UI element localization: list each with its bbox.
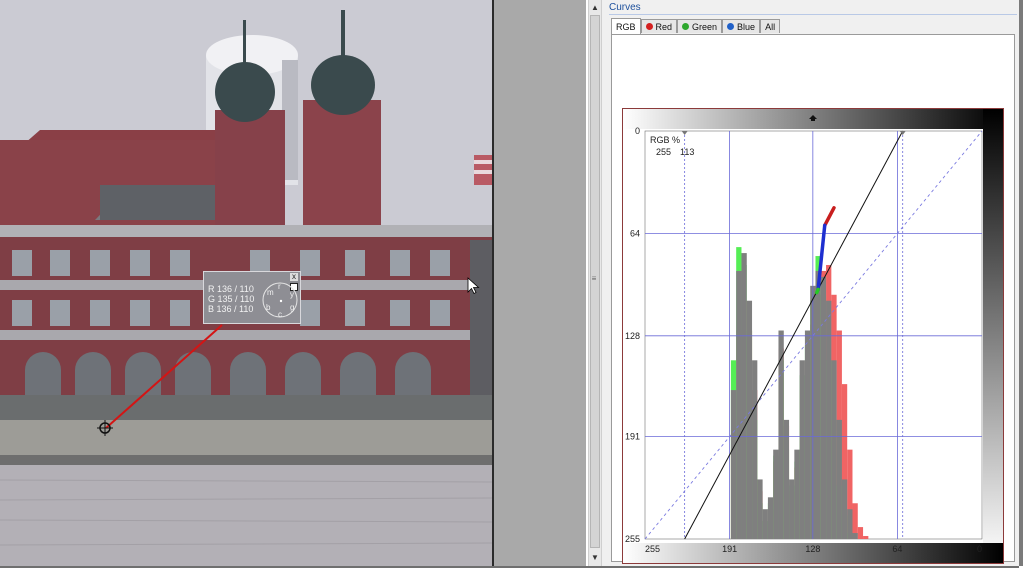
- y-tick-label: 0: [635, 126, 640, 136]
- readout-green-value: G 135 / 110: [208, 294, 255, 304]
- histogram-bar-gray: [746, 300, 753, 539]
- info-output-value: 113: [680, 147, 694, 157]
- tab-label: RGB: [616, 21, 636, 32]
- x-tick-label: 191: [722, 544, 737, 554]
- wheel-letter-b: b: [266, 303, 271, 312]
- histogram-bar-gray: [773, 449, 779, 539]
- histogram-bar-gray: [752, 360, 758, 539]
- green-channel-icon: [682, 23, 690, 30]
- panel-title: Curves: [609, 2, 641, 13]
- wheel-letter-m: m: [267, 288, 274, 297]
- histogram-bar-gray: [841, 479, 848, 539]
- histogram-bar-gray: [799, 360, 805, 539]
- workspace-background: [494, 0, 586, 568]
- window-edge: [1019, 0, 1023, 568]
- histogram-bar-red: [863, 536, 869, 539]
- red-channel-icon: [645, 23, 653, 30]
- scroll-up-arrow-icon[interactable]: ▲: [589, 2, 601, 14]
- histogram-bar-gray: [757, 479, 763, 539]
- vertical-scrollbar[interactable]: ▲ ≡ ▼: [588, 0, 602, 566]
- histogram-bar-gray: [847, 509, 853, 539]
- tab-rgb[interactable]: RGB: [611, 18, 641, 34]
- x-tick-label: 255: [645, 544, 660, 554]
- y-tick-label: 128: [625, 331, 640, 341]
- histogram-bar-gray: [831, 360, 837, 539]
- tab-blue[interactable]: Blue: [722, 19, 761, 33]
- blue-channel-icon: [727, 23, 735, 30]
- channel-tabs: RGB Red Green Blue All: [611, 18, 781, 34]
- histogram-bar-gray: [741, 253, 747, 539]
- tab-label: All: [765, 21, 776, 32]
- x-tick-label: 0: [977, 544, 982, 554]
- curves-chart[interactable]: 255 191 128 64 0 0 64 128 191 255 RGB % 255 113: [623, 109, 1003, 563]
- info-label: RGB %: [650, 135, 680, 145]
- readout-red-value: R 136 / 110: [208, 284, 254, 294]
- bottom-border: [0, 566, 1019, 568]
- color-readout-popup[interactable]: x R 136 / 110 G 135 / 110 B 136 / 110 m …: [203, 271, 301, 324]
- readout-blue-value: B 136 / 110: [208, 304, 254, 314]
- histogram-bar-red: [857, 527, 864, 539]
- wheel-letter-c: c: [278, 310, 282, 319]
- histogram-bar-gray: [826, 300, 832, 539]
- histogram-bar-gray: [730, 390, 737, 539]
- histogram-bar-gray: [767, 497, 774, 539]
- histogram-bar-gray: [762, 509, 768, 539]
- histogram-bar-gray: [804, 330, 811, 539]
- histogram-bar-gray: [815, 270, 821, 539]
- histogram-bar-gray: [820, 276, 827, 539]
- wheel-letter-y: y: [290, 290, 294, 299]
- x-tick-label: 64: [892, 544, 902, 554]
- y-tick-label: 64: [630, 228, 640, 238]
- wheel-letter-g: g: [290, 303, 294, 312]
- histogram-bar-gray: [794, 449, 800, 539]
- color-wheel-icon: m r y g c b: [262, 282, 298, 319]
- tab-all[interactable]: All: [760, 19, 781, 33]
- histogram-bar-gray: [789, 479, 795, 539]
- scrollbar-grip-icon: ≡: [591, 274, 597, 283]
- tab-green[interactable]: Green: [677, 19, 723, 33]
- histogram-bar-gray: [852, 533, 858, 539]
- x-tick-label: 128: [805, 544, 820, 554]
- histogram-bar-gray: [736, 270, 742, 539]
- right-gradient-bar: [983, 109, 1003, 563]
- selection-segment: [815, 287, 820, 295]
- scroll-down-arrow-icon[interactable]: ▼: [589, 552, 601, 564]
- info-input-value: 255: [656, 147, 671, 157]
- histogram-bar-gray: [836, 419, 842, 539]
- tab-label: Green: [692, 21, 718, 32]
- photo-canvas[interactable]: x R 136 / 110 G 135 / 110 B 136 / 110 m …: [0, 0, 492, 568]
- tab-label: Red: [655, 21, 673, 32]
- y-tick-label: 191: [625, 432, 640, 442]
- histogram-bar-gray: [783, 419, 790, 539]
- y-tick-label: 255: [625, 534, 640, 544]
- title-divider: [609, 14, 1017, 15]
- tab-label: Blue: [737, 21, 756, 32]
- wheel-letter-r: r: [278, 282, 281, 291]
- tab-red[interactable]: Red: [640, 19, 678, 33]
